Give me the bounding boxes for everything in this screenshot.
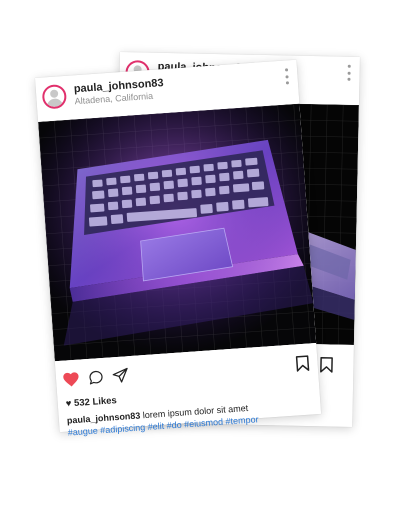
more-options-icon[interactable] bbox=[283, 68, 290, 85]
likes-label: 532 Likes bbox=[73, 395, 118, 410]
post-card-front: paula_johnson83 Altadena, California ♥ 5… bbox=[35, 59, 322, 438]
likes-heart-icon: ♥ bbox=[65, 398, 72, 410]
likes-count[interactable]: ♥ 532 Likes bbox=[65, 395, 117, 410]
post-photo[interactable] bbox=[38, 103, 317, 362]
more-options-icon[interactable] bbox=[345, 64, 351, 81]
comment-icon[interactable] bbox=[88, 369, 105, 386]
bookmark-icon[interactable] bbox=[295, 355, 310, 373]
heart-icon[interactable] bbox=[62, 371, 81, 388]
share-icon[interactable] bbox=[111, 366, 129, 384]
bookmark-icon[interactable] bbox=[319, 356, 333, 373]
avatar[interactable] bbox=[41, 83, 68, 110]
